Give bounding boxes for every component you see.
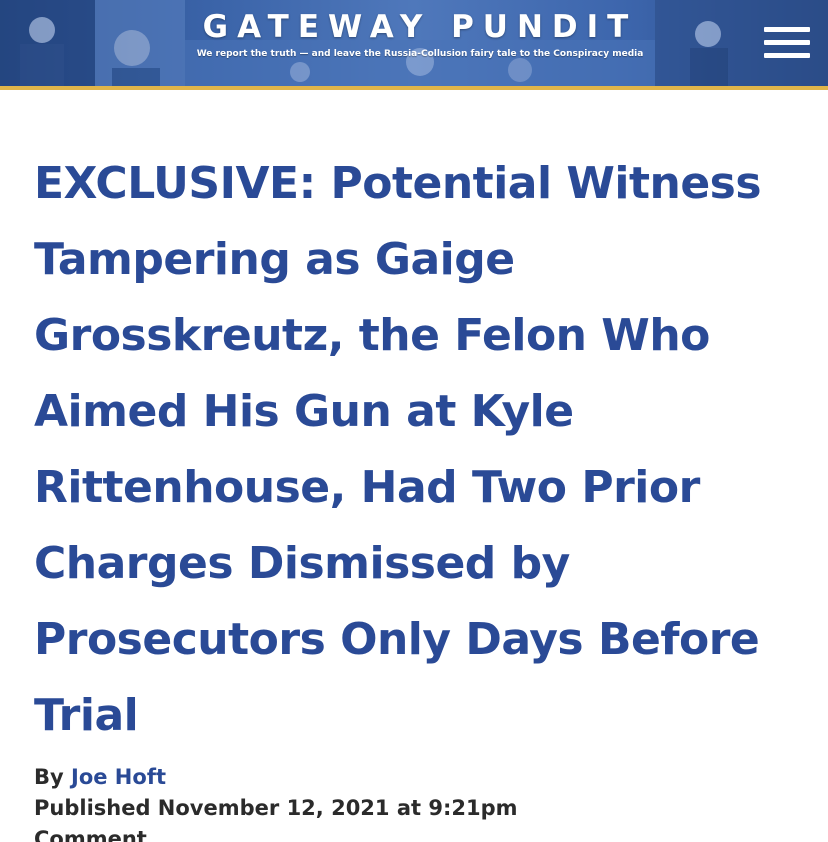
site-logo-title[interactable]: GATEWAY PUNDIT [185,8,655,46]
published-date: Published November 12, 2021 at 9:21pm [34,796,518,820]
hamburger-menu-icon[interactable] [764,27,810,65]
site-tagline: We report the truth — and leave the Russ… [196,49,644,59]
menu-bar-line [764,27,810,32]
article-title: EXCLUSIVE: Potential Witness Tampering a… [34,158,762,741]
menu-bar-line [764,40,810,45]
article-main: EXCLUSIVE: Potential Witness Tampering a… [0,146,828,842]
author-link[interactable]: Joe Hoft [71,765,166,789]
comment-link[interactable]: Comment [34,824,794,842]
site-header: GATEWAY PUNDIT We report the truth — and… [0,0,828,90]
article-byline: By Joe Hoft [34,762,794,793]
menu-bar-line [764,53,810,58]
byline-prefix: By [34,765,64,789]
site-brand[interactable]: GATEWAY PUNDIT We report the truth — and… [185,8,655,59]
